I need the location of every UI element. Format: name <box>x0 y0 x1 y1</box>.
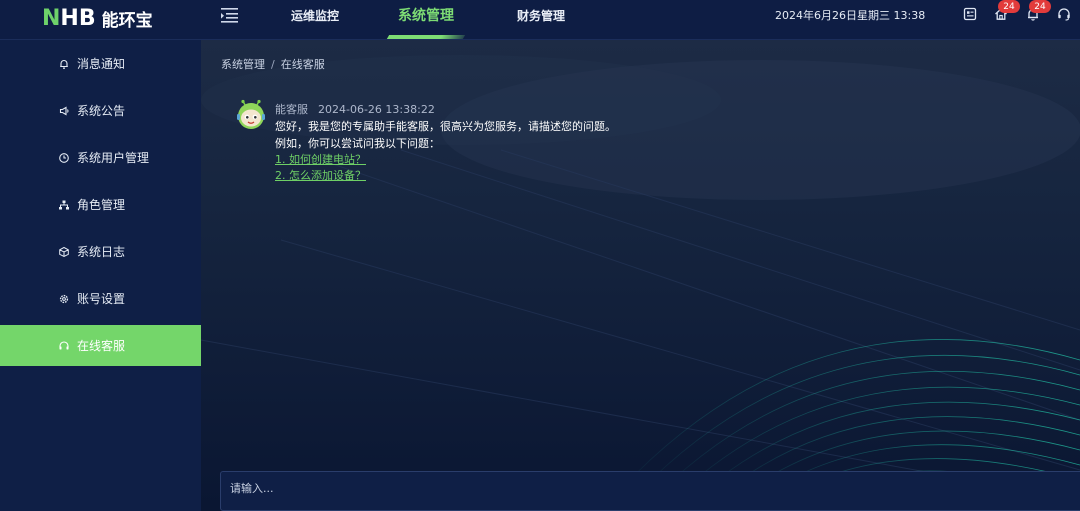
message-line: 您好，我是您的专属助手能客服，很高兴为您服务，请描述您的问题。 <box>275 120 616 133</box>
main-content: 系统管理 / 在线客服 能客服 2024-06-26 13:38:22 您好，我是您的… <box>201 40 1080 511</box>
top-bar: NHB 能环宝 运维监控 系统管理 财务管理 2024年6月26日星期三 13:… <box>0 0 1080 40</box>
sidebar: 消息通知 系统公告 系统用户管理 角色管理 系统日志 账号设置 在线客服 <box>0 40 201 511</box>
sidebar-item-label: 角色管理 <box>77 198 126 212</box>
sidebar-item-label: 系统公告 <box>77 104 126 118</box>
logo[interactable]: NHB 能环宝 <box>42 4 153 32</box>
nav-active-indicator <box>386 35 466 39</box>
suggested-question-link[interactable]: 2. 怎么添加设备？ <box>275 167 366 183</box>
headset-icon[interactable] <box>1056 6 1072 22</box>
sidebar-item-label: 账号设置 <box>77 292 126 306</box>
breadcrumb-parent[interactable]: 系统管理 <box>221 58 265 71</box>
sidebar-item-announcements[interactable]: 系统公告 <box>0 90 201 131</box>
bot-avatar <box>235 99 267 131</box>
nav-finance-management[interactable]: 财务管理 <box>517 0 565 30</box>
breadcrumb: 系统管理 / 在线客服 <box>221 56 325 72</box>
home-badge: 24 <box>998 0 1020 13</box>
message-time: 2024-06-26 13:38:22 <box>318 103 435 116</box>
sidebar-item-label: 消息通知 <box>77 57 126 71</box>
cube-icon <box>58 246 70 258</box>
user-clock-icon <box>58 152 70 164</box>
menu-toggle-icon[interactable] <box>219 6 241 24</box>
headset-icon <box>58 340 70 352</box>
message-line: 例如，你可以尝试问我以下问题： <box>275 137 440 150</box>
sidebar-item-notifications[interactable]: 消息通知 <box>0 43 201 84</box>
sidebar-item-label: 系统日志 <box>77 245 126 259</box>
bell-icon <box>58 58 70 70</box>
sidebar-item-account-settings[interactable]: 账号设置 <box>0 278 201 319</box>
message-header: 能客服 2024-06-26 13:38:22 <box>275 101 435 117</box>
breadcrumb-separator: / <box>271 58 275 71</box>
org-chart-icon <box>58 199 70 211</box>
chat-input-box <box>220 471 1080 511</box>
news-icon[interactable] <box>962 6 978 22</box>
logo-mark: NHB <box>42 5 96 31</box>
sidebar-item-label: 系统用户管理 <box>77 151 150 165</box>
megaphone-icon <box>58 105 70 117</box>
sidebar-item-system-logs[interactable]: 系统日志 <box>0 231 201 272</box>
sidebar-item-online-service[interactable]: 在线客服 <box>0 325 201 366</box>
nav-system-management[interactable]: 系统管理 <box>398 0 454 30</box>
gear-icon <box>58 293 70 305</box>
breadcrumb-current: 在线客服 <box>280 58 325 71</box>
chat-input[interactable] <box>230 482 1080 495</box>
sender-name: 能客服 <box>275 103 308 116</box>
bell-badge: 24 <box>1029 0 1051 13</box>
sidebar-item-role-management[interactable]: 角色管理 <box>0 184 201 225</box>
sidebar-item-label: 在线客服 <box>77 339 126 353</box>
nav-ops-monitor[interactable]: 运维监控 <box>291 0 339 30</box>
header-datetime: 2024年6月26日星期三 13:38 <box>775 9 926 22</box>
sidebar-item-user-management[interactable]: 系统用户管理 <box>0 137 201 178</box>
logo-text: 能环宝 <box>101 10 153 31</box>
suggested-question-link[interactable]: 1. 如何创建电站？ <box>275 151 366 167</box>
